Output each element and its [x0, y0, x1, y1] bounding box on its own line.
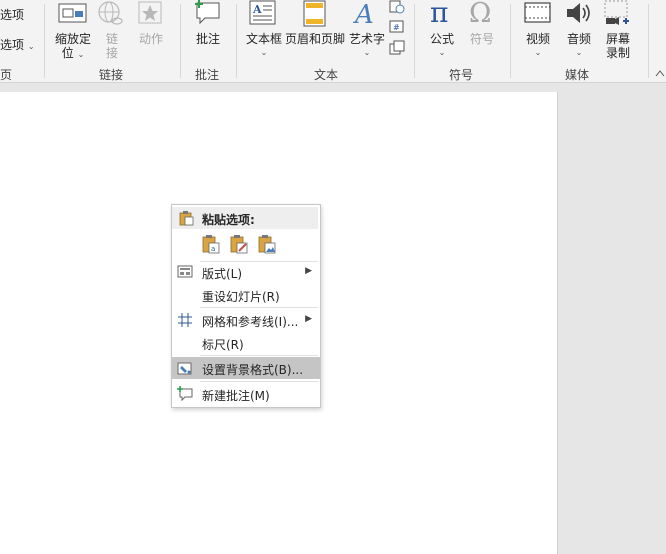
- header-footer-button[interactable]: 页眉和页脚: [285, 32, 345, 46]
- chevron-down-icon: ⌄: [77, 50, 85, 59]
- svg-text:#: #: [393, 23, 400, 32]
- ribbon: 选项 选项 ⌄ 页 缩放定 位 ⌄ 链 接 动作 链接 批注 批注 A 文本框 …: [0, 0, 666, 83]
- submenu-arrow-icon: ▶: [305, 266, 312, 276]
- group-label-partial: 页: [0, 68, 13, 82]
- menu-separator: [200, 381, 318, 382]
- chevron-down-icon: ⌄: [27, 42, 35, 51]
- link-label-2: 接: [105, 46, 118, 60]
- zoom-position-label-2: 位 ⌄: [61, 46, 85, 60]
- svg-text:π: π: [430, 0, 448, 26]
- menu-item-label: 标尺(R): [202, 338, 244, 352]
- paste-use-destination-theme-icon[interactable]: a: [200, 233, 222, 255]
- wordart-label: 艺术字: [348, 32, 385, 46]
- textbox-icon: A: [249, 0, 276, 25]
- omega-icon: Ω: [469, 0, 491, 26]
- svg-text:a: a: [211, 245, 215, 253]
- menu-item-reset-slide[interactable]: 重设幻灯片(R): [172, 284, 320, 306]
- header-footer-icon: [303, 0, 326, 27]
- layout-icon: [177, 265, 193, 278]
- menu-item-layout[interactable]: 版式(L) ▶: [172, 261, 320, 283]
- chevron-down-icon: ⌄: [363, 48, 371, 57]
- link-globe-icon: [98, 1, 123, 25]
- clipboard-icon: [179, 211, 194, 226]
- menu-item-grid-guides[interactable]: 网格和参考线(I)... ▶: [172, 309, 320, 331]
- paste-options-header: 粘贴选项:: [172, 207, 318, 229]
- menu-separator: [200, 355, 318, 356]
- ribbon-partial-item-2-label: 选项: [0, 38, 25, 52]
- date-time-icon[interactable]: [389, 0, 405, 14]
- paste-as-picture-icon[interactable]: [256, 233, 278, 255]
- group-separator: [414, 4, 415, 78]
- chevron-down-icon: ⌄: [438, 48, 446, 57]
- wordart-button[interactable]: 艺术字 ⌄: [348, 32, 386, 60]
- comment-icon: [195, 0, 220, 25]
- paste-options-label: 粘贴选项:: [202, 213, 255, 227]
- group-label-text: 文本: [314, 68, 339, 82]
- video-label: 视频: [525, 32, 550, 46]
- group-separator: [648, 4, 649, 78]
- screen-record-button[interactable]: 屏幕 录制: [604, 32, 632, 60]
- action-button[interactable]: 动作: [136, 32, 166, 46]
- screen-record-label-1: 屏幕: [605, 32, 630, 46]
- group-separator: [44, 4, 45, 78]
- zoom-position-label-1: 缩放定: [54, 32, 91, 46]
- menu-item-new-comment[interactable]: 新建批注(M): [172, 383, 320, 405]
- object-icon[interactable]: [389, 40, 405, 56]
- group-label-links: 链接: [99, 68, 124, 82]
- menu-item-format-background[interactable]: 设置背景格式(B)...: [172, 357, 320, 379]
- wordart-icon: A: [353, 0, 374, 28]
- group-label-media: 媒体: [565, 68, 590, 82]
- menu-item-label: 设置背景格式(B)...: [202, 363, 304, 377]
- format-background-icon: [177, 362, 192, 375]
- grid-icon: [178, 313, 192, 327]
- collapse-ribbon-icon[interactable]: [654, 68, 666, 78]
- textbox-label: 文本框: [245, 32, 282, 46]
- paste-keep-source-formatting-icon[interactable]: [228, 233, 250, 255]
- group-separator: [236, 4, 237, 78]
- audio-label: 音频: [566, 32, 591, 46]
- pi-icon: π: [430, 0, 448, 26]
- screen-record-label-2: 录制: [605, 46, 630, 60]
- svg-text:A: A: [353, 0, 374, 28]
- audio-button[interactable]: 音频 ⌄: [565, 32, 593, 60]
- group-separator: [180, 4, 181, 78]
- video-button[interactable]: 视频 ⌄: [524, 32, 552, 60]
- equation-label: 公式: [429, 32, 454, 46]
- link-button[interactable]: 链 接: [104, 32, 120, 60]
- new-comment-icon: [177, 386, 193, 402]
- action-star-icon: [138, 1, 162, 24]
- submenu-arrow-icon: ▶: [305, 314, 312, 324]
- menu-item-label: 网格和参考线(I)...: [202, 315, 299, 329]
- equation-button[interactable]: 公式 ⌄: [429, 32, 455, 60]
- menu-item-ruler[interactable]: 标尺(R): [172, 332, 320, 354]
- group-label-comments: 批注: [195, 68, 220, 82]
- menu-separator: [200, 307, 318, 308]
- textbox-button[interactable]: 文本框 ⌄: [245, 32, 283, 60]
- link-label-1: 链: [105, 32, 118, 46]
- group-separator: [510, 4, 511, 78]
- comment-button[interactable]: 批注: [195, 32, 221, 46]
- group-label-symbols: 符号: [449, 68, 474, 82]
- zoom-position-button[interactable]: 缩放定 位 ⌄: [54, 32, 92, 62]
- svg-text:Ω: Ω: [469, 0, 491, 26]
- symbol-button[interactable]: 符号: [469, 32, 495, 46]
- ribbon-partial-item-1[interactable]: 选项: [0, 8, 24, 22]
- video-icon: [524, 2, 551, 23]
- screen-record-icon: [604, 0, 629, 25]
- svg-text:A: A: [252, 3, 262, 16]
- chevron-down-icon: ⌄: [575, 48, 583, 57]
- menu-item-label: 版式(L): [202, 267, 243, 281]
- menu-item-label: 新建批注(M): [202, 389, 270, 403]
- ribbon-partial-item-2[interactable]: 选项 ⌄: [0, 38, 35, 54]
- speaker-icon: [567, 3, 590, 23]
- zoom-position-icon: [58, 3, 87, 23]
- slide-number-icon[interactable]: #: [389, 20, 405, 34]
- context-menu: 粘贴选项: a 版式(L) ▶ 重设幻灯片(R) 网格和参考线(I)... ▶ …: [171, 204, 321, 408]
- chevron-down-icon: ⌄: [260, 48, 268, 57]
- chevron-down-icon: ⌄: [534, 48, 542, 57]
- menu-item-label: 重设幻灯片(R): [202, 290, 280, 304]
